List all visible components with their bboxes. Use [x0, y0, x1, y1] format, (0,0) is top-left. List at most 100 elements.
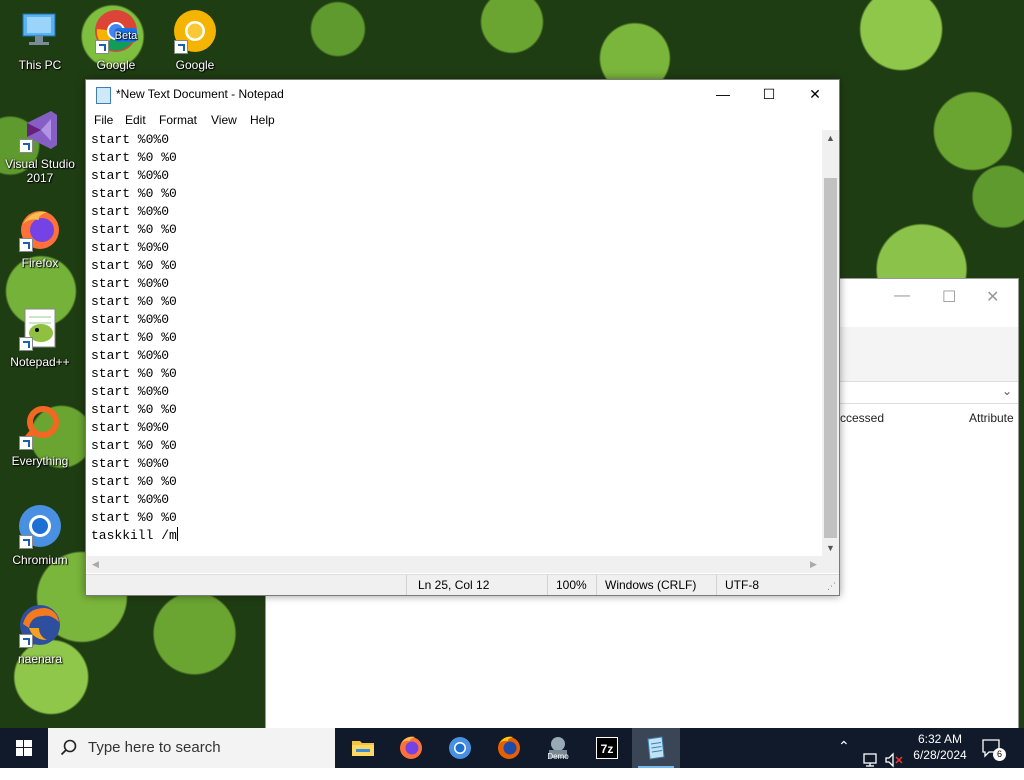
scroll-right-icon[interactable]: ▶: [805, 556, 822, 573]
svg-text:Demo: Demo: [547, 752, 569, 761]
status-line-ending: Windows (CRLF): [605, 578, 697, 592]
shortcut-arrow-icon: [19, 337, 33, 351]
firefox-icon: [17, 206, 63, 252]
minimize-icon[interactable]: —: [894, 287, 910, 305]
notepad-title-bar[interactable]: *New Text Document - Notepad — ☐ ✕: [86, 80, 839, 110]
desktop-icon-label: Firefox: [21, 256, 59, 270]
shortcut-arrow-icon: [19, 139, 33, 153]
start-button[interactable]: [0, 728, 48, 768]
maximize-icon[interactable]: ☐: [942, 287, 956, 307]
notepad-icon: [647, 736, 665, 760]
desktop-icon-firefox[interactable]: Firefox: [0, 206, 80, 270]
desktop-icon-label: This PC: [18, 58, 62, 72]
scrollbar-corner: [822, 556, 839, 573]
desktop-icon-label: naenara: [17, 652, 63, 666]
resize-grip-icon[interactable]: ⋰: [827, 581, 836, 592]
menu-help[interactable]: Help: [250, 113, 275, 127]
desktop-icon-label: Notepad++: [10, 355, 70, 369]
editor-line-current: taskkill /m: [91, 527, 178, 545]
desktop-icon-visual-studio[interactable]: Visual Studio 2017: [0, 107, 80, 185]
editor-line: start %0%0: [91, 384, 170, 399]
taskbar-file-explorer[interactable]: [339, 728, 387, 768]
scroll-down-icon[interactable]: ▼: [822, 540, 839, 556]
desktop-icon-chrome-canary[interactable]: Google: [155, 8, 235, 72]
everything-search-icon: [17, 404, 63, 450]
shortcut-arrow-icon: [95, 40, 109, 54]
editor-line: start %0%0: [91, 204, 170, 219]
desktop-icon-everything[interactable]: Everything: [0, 404, 80, 468]
chromium-icon: [449, 737, 471, 759]
desktop-icon-this-pc[interactable]: This PC: [0, 8, 80, 72]
shortcut-arrow-icon: [19, 535, 33, 549]
text-caret: [176, 527, 178, 541]
editor-line: start %0 %0: [91, 186, 177, 201]
taskbar-7zip[interactable]: 7z: [583, 728, 631, 768]
chevron-down-icon[interactable]: ⌄: [1002, 384, 1012, 398]
taskbar-demo[interactable]: Demo: [534, 728, 582, 768]
editor-line: start %0 %0: [91, 510, 177, 525]
status-divider: [406, 575, 407, 595]
menu-edit[interactable]: Edit: [125, 113, 146, 127]
firefox-icon: [400, 736, 422, 759]
desktop-icon-naenara[interactable]: naenara: [0, 602, 80, 666]
taskbar-firefox[interactable]: [387, 728, 435, 768]
notification-count-badge: 6: [993, 748, 1006, 761]
editor-line: start %0 %0: [91, 402, 177, 417]
action-center-button[interactable]: 6: [980, 736, 1006, 761]
clock-time: 6:32 AM: [917, 732, 963, 746]
taskbar-firefox-esr[interactable]: [485, 728, 533, 768]
editor-line: start %0 %0: [91, 330, 177, 345]
taskbar-notepad[interactable]: [632, 728, 680, 768]
desktop-icon-chrome-beta[interactable]: Beta Google: [76, 8, 156, 72]
chrome-canary-icon: [172, 8, 218, 54]
desktop-icon-chromium[interactable]: Chromium: [0, 503, 80, 567]
desktop-icon-label: Chromium: [12, 553, 68, 567]
firefox-esr-icon: [498, 736, 520, 759]
minimize-icon: —: [716, 86, 730, 102]
desktop-icon-label: Everything: [11, 454, 69, 468]
editor-line: start %0 %0: [91, 150, 177, 165]
maximize-button[interactable]: ☐: [746, 80, 792, 110]
editor-line: start %0%0: [91, 240, 170, 255]
scroll-up-icon[interactable]: ▲: [822, 130, 839, 146]
chevron-up-icon[interactable]: ⌃: [838, 738, 850, 778]
minimize-button[interactable]: —: [700, 80, 746, 110]
text-editor-area[interactable]: start %0%0 start %0 %0 start %0%0 start %0 …: [87, 130, 822, 555]
editor-line: start %0%0: [91, 420, 170, 435]
demo-app-icon: Demo: [547, 737, 569, 761]
window-title: *New Text Document - Notepad: [116, 87, 284, 101]
close-button[interactable]: ✕: [792, 80, 838, 110]
horizontal-scrollbar[interactable]: ◀ ▶: [87, 556, 822, 573]
editor-line: start %0%0: [91, 456, 170, 471]
column-header-attribute[interactable]: Attribute: [969, 411, 1014, 425]
volume-muted-icon[interactable]: [884, 740, 904, 780]
menu-format[interactable]: Format: [159, 113, 197, 127]
editor-line: start %0 %0: [91, 366, 177, 381]
vertical-scrollbar[interactable]: ▲ ▼: [822, 130, 839, 556]
7zip-icon: 7z: [596, 737, 618, 759]
notepad-window[interactable]: *New Text Document - Notepad — ☐ ✕ File …: [85, 79, 840, 596]
editor-line: start %0 %0: [91, 294, 177, 309]
chromium-icon: [17, 503, 63, 549]
desktop-icon-label: Google: [175, 58, 215, 72]
desktop-icon-notepad-plus-plus[interactable]: Notepad++: [0, 305, 80, 369]
shortcut-arrow-icon: [19, 634, 33, 648]
shortcut-arrow-icon: [19, 436, 33, 450]
svg-text:7z: 7z: [601, 742, 614, 756]
scroll-left-icon[interactable]: ◀: [87, 556, 104, 573]
close-icon[interactable]: ✕: [986, 287, 999, 307]
menu-view[interactable]: View: [211, 113, 237, 127]
windows-logo-icon: [16, 740, 32, 756]
status-divider: [547, 575, 548, 595]
editor-line: start %0%0: [91, 492, 170, 507]
network-icon[interactable]: [862, 740, 880, 780]
clock-date: 6/28/2024: [913, 748, 967, 762]
taskbar-chromium[interactable]: [436, 728, 484, 768]
menu-file[interactable]: File: [94, 113, 113, 127]
folder-icon: [352, 741, 374, 756]
system-clock[interactable]: 6:32 AM 6/28/2024: [906, 731, 974, 763]
shortcut-arrow-icon: [19, 238, 33, 252]
taskbar-search-box[interactable]: Type here to search: [48, 728, 335, 768]
taskbar: Type here to search Demo 7z ⌃ 6:32 AM 6/…: [0, 728, 1024, 768]
scrollbar-thumb[interactable]: [824, 178, 837, 538]
